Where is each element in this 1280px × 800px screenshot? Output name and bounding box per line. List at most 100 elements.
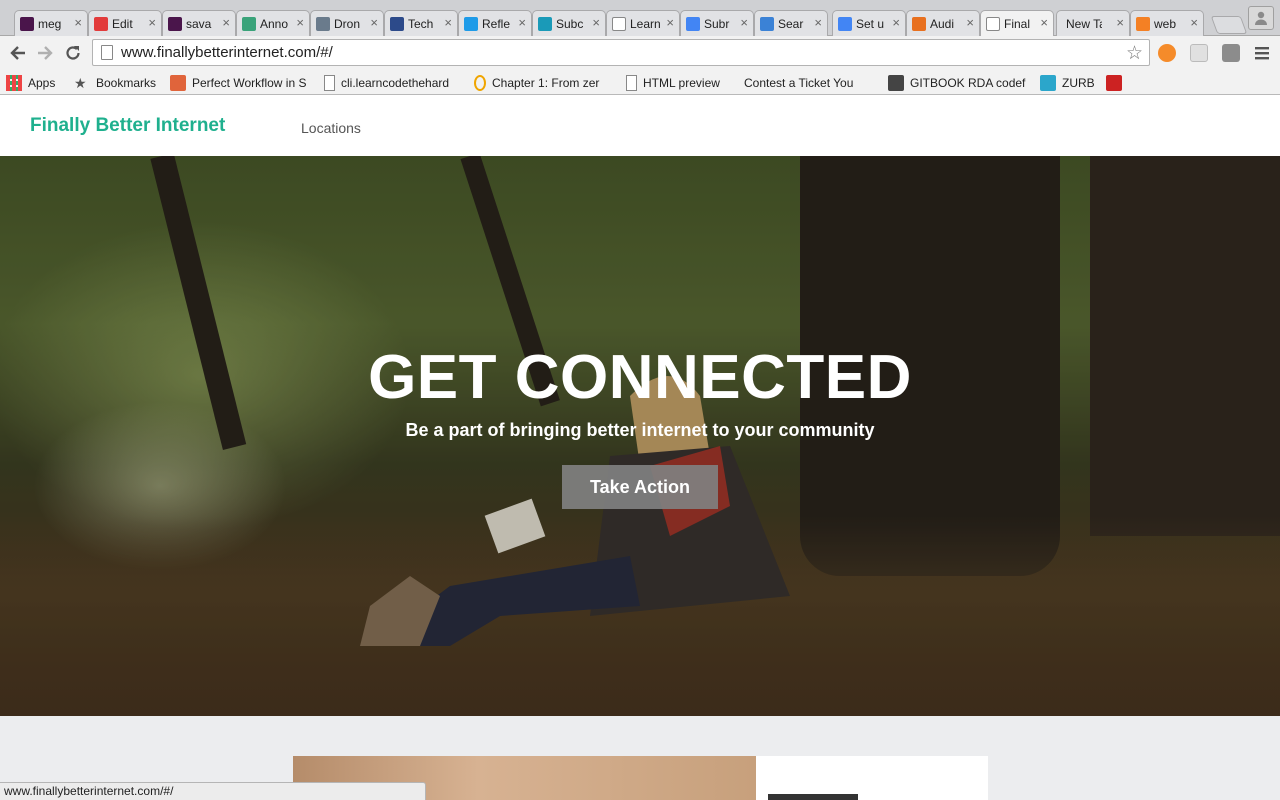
calendar-icon	[760, 16, 774, 31]
close-tab-icon[interactable]: ×	[1040, 16, 1048, 30]
close-tab-icon[interactable]: ×	[296, 16, 304, 30]
hero-subtitle: Be a part of bringing better internet to…	[405, 420, 875, 440]
browser-tab[interactable]: New Ta ×	[1056, 10, 1130, 36]
close-tab-icon[interactable]: ×	[666, 16, 674, 30]
arrow-right-icon	[38, 46, 53, 60]
close-tab-icon[interactable]: ×	[740, 16, 748, 30]
browser-tab[interactable]: web ×	[1130, 10, 1204, 36]
page-icon	[101, 45, 113, 60]
tab-title: Dron	[334, 16, 361, 31]
tab-title: Learn	[630, 16, 661, 31]
site-brand[interactable]: Finally Better Internet	[30, 115, 225, 137]
close-tab-icon[interactable]: ×	[1190, 16, 1198, 30]
menu-button[interactable]	[1250, 41, 1274, 65]
close-tab-icon[interactable]: ×	[1116, 16, 1124, 30]
tab-title: Subc	[556, 16, 584, 31]
tab-title: Audi	[930, 16, 955, 31]
zurb-icon	[1040, 75, 1056, 91]
browser-toolbar: www.finallybetterinternet.com/#/ ☆	[0, 36, 1280, 70]
bookmark-item[interactable]: ZURB	[1040, 73, 1095, 93]
browser-tab[interactable]: Dron ×	[310, 10, 384, 36]
close-tab-icon[interactable]: ×	[222, 16, 230, 30]
bookmark-label: Perfect Workflow in S	[192, 76, 307, 90]
browser-tab[interactable]: Sear ×	[754, 10, 828, 36]
browser-tab[interactable]: Set u ×	[832, 10, 906, 36]
browser-tab[interactable]: Final ×	[980, 10, 1054, 36]
browser-tab[interactable]: meg ×	[14, 10, 88, 36]
close-tab-icon[interactable]: ×	[814, 16, 822, 30]
browser-tab[interactable]: Subr ×	[680, 10, 754, 36]
browser-tab[interactable]: Subc ×	[532, 10, 606, 36]
ruby-icon	[1106, 75, 1122, 91]
extension-s-icon[interactable]	[1222, 44, 1240, 62]
bookmark-item[interactable]: Contest a Ticket You	[744, 73, 853, 93]
address-bar[interactable]: www.finallybetterinternet.com/#/ ☆	[92, 39, 1150, 66]
nav-link-locations[interactable]: Locations	[301, 120, 361, 136]
new-tab-button[interactable]	[1210, 16, 1248, 34]
browser-tab[interactable]: Tech ×	[384, 10, 458, 36]
tab-title: Sear	[778, 16, 804, 31]
close-tab-icon[interactable]: ×	[148, 16, 156, 30]
bookmark-item[interactable]: HTML preview	[626, 73, 720, 93]
bookmarks-bar: Apps ★ Bookmarks Perfect Workflow in S cli.l…	[0, 70, 1280, 95]
bookmark-item[interactable]: Perfect Workflow in S	[170, 73, 306, 93]
bookmark-item[interactable]: Chapter 1: From zer	[474, 73, 599, 93]
browser-tab[interactable]: Learn ×	[606, 10, 680, 36]
forward-button[interactable]	[33, 41, 57, 65]
card-heading-peek	[768, 794, 858, 800]
bookmark-star-icon[interactable]: ☆	[1126, 42, 1143, 65]
bookmark-item[interactable]	[1106, 73, 1128, 93]
browser-tab[interactable]: Audi ×	[906, 10, 980, 36]
tab-title: Refle	[482, 16, 511, 31]
bookmark-label: Contest a Ticket You	[744, 76, 854, 90]
apps-grid-icon	[6, 75, 22, 91]
url-text[interactable]: www.finallybetterinternet.com/#/	[121, 44, 333, 61]
bookmark-item[interactable]: ★ Bookmarks	[74, 73, 156, 93]
bookmark-label: ZURB	[1062, 76, 1095, 90]
slack-icon	[20, 16, 34, 31]
back-button[interactable]	[6, 41, 30, 65]
hero-section: GET CONNECTED Be a part of bringing bett…	[0, 156, 1280, 716]
hero-title: GET CONNECTED	[368, 343, 912, 412]
chart-icon	[912, 16, 926, 31]
site-header: Finally Better Internet Locations	[0, 96, 1280, 156]
close-tab-icon[interactable]: ×	[518, 16, 526, 30]
bookmark-item[interactable]: GITBOOK RDA codef	[888, 73, 1025, 93]
card-text-panel	[756, 756, 988, 800]
star-icon: ★	[74, 75, 87, 91]
reload-button[interactable]	[61, 41, 85, 65]
page-icon	[612, 16, 626, 31]
bookmark-label: GITBOOK RDA codef	[910, 76, 1026, 90]
tab-title: Final	[1004, 16, 1031, 31]
tab-title: New Ta	[1066, 16, 1102, 31]
bookmark-item[interactable]: Apps	[6, 73, 55, 93]
browser-tab[interactable]: Edit ×	[88, 10, 162, 36]
reload-icon	[66, 46, 80, 60]
close-tab-icon[interactable]: ×	[370, 16, 378, 30]
circle-icon	[474, 75, 486, 91]
browser-tab[interactable]: Refle ×	[458, 10, 532, 36]
drone-icon	[316, 16, 330, 31]
page-icon	[986, 16, 1000, 31]
tab-title: Subr	[704, 16, 730, 31]
tab-title: Edit	[112, 16, 133, 31]
book-icon	[888, 75, 904, 91]
extension-window-icon[interactable]	[1190, 44, 1208, 62]
browser-tab[interactable]: sava ×	[162, 10, 236, 36]
bookmark-item[interactable]: cli.learncodethehard	[324, 73, 449, 93]
close-tab-icon[interactable]: ×	[592, 16, 600, 30]
extension-orange-icon[interactable]	[1158, 44, 1176, 62]
take-action-button[interactable]: Take Action	[562, 465, 718, 509]
google-icon	[686, 16, 700, 31]
close-tab-icon[interactable]: ×	[966, 16, 974, 30]
bookmark-label: Bookmarks	[96, 76, 157, 90]
close-tab-icon[interactable]: ×	[74, 16, 82, 30]
close-tab-icon[interactable]: ×	[892, 16, 900, 30]
close-tab-icon[interactable]: ×	[444, 16, 452, 30]
browser-tab[interactable]: Anno ×	[236, 10, 310, 36]
status-bar: www.finallybetterinternet.com/#/	[0, 782, 426, 800]
profile-button[interactable]	[1248, 6, 1274, 30]
tab-title: meg	[38, 16, 62, 31]
stack-icon	[1136, 16, 1150, 31]
tab-title: web	[1154, 16, 1177, 31]
